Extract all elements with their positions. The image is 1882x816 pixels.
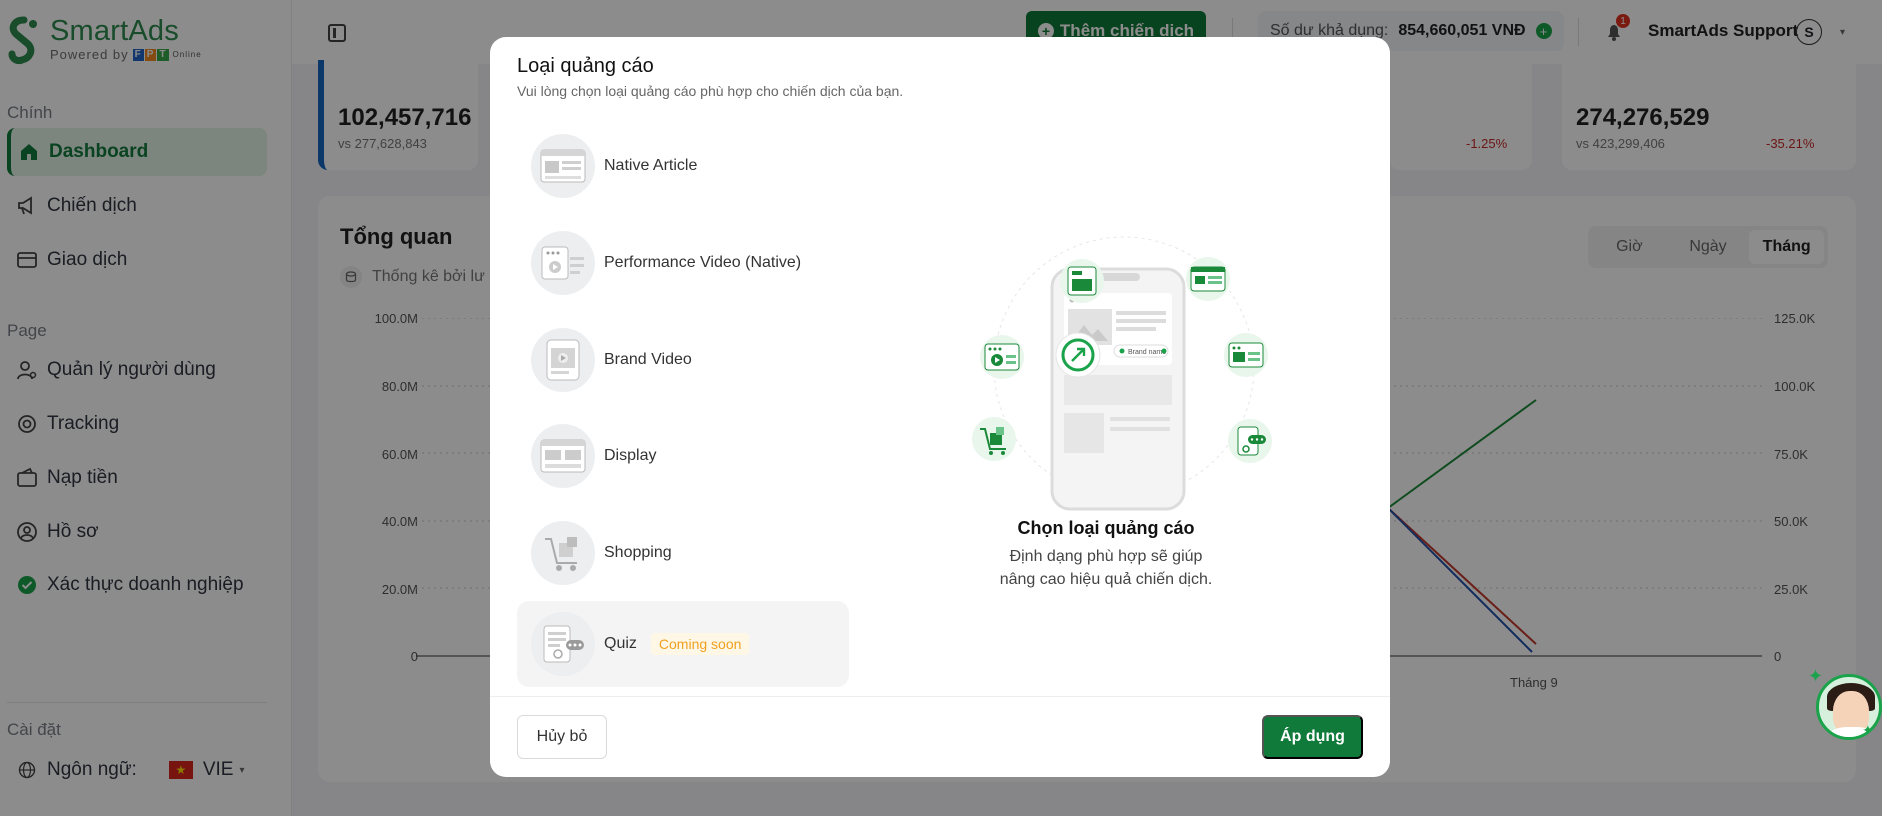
ad-type-label: Shopping (604, 544, 672, 561)
ad-type-option-brand-video[interactable]: Brand Video (517, 317, 849, 403)
ad-type-option-performance-video[interactable]: Performance Video (Native) (517, 220, 849, 306)
sparkle-icon: ✦ (1862, 722, 1874, 738)
illustration-description-line: Định dạng phù hợp sẽ giúp (1009, 548, 1203, 565)
ad-type-label: Quiz (604, 635, 637, 652)
float-icon-shopping (972, 417, 1016, 461)
native-article-icon (531, 134, 595, 198)
illustration-description-line: nâng cao hiệu quả chiến dịch. (999, 571, 1213, 588)
ad-type-option-display[interactable]: Display (517, 413, 849, 499)
ad-type-option-quiz[interactable]: Quiz Coming soon (517, 601, 849, 687)
apply-button[interactable]: Áp dụng (1262, 715, 1363, 759)
illustration-description: Định dạng phù hợp sẽ giúp nâng cao hiệu … (940, 545, 1272, 591)
coming-soon-badge: Coming soon (650, 633, 750, 655)
performance-video-icon (531, 231, 595, 295)
float-icon-display (1186, 257, 1230, 301)
ad-type-option-native-article[interactable]: Native Article (517, 123, 849, 209)
float-icon-brand (1224, 333, 1268, 377)
ad-type-label: Brand Video (604, 351, 692, 368)
modal-footer (490, 696, 1390, 777)
float-icon-quiz (1228, 419, 1272, 463)
sparkle-icon: ✦ (1808, 666, 1824, 686)
ad-type-illustration: Brand name (972, 236, 1272, 511)
cancel-button[interactable]: Hủy bỏ (517, 715, 607, 759)
shopping-cart-icon (531, 521, 595, 585)
modal-subtitle: Vui lòng chọn loại quảng cáo phù hợp cho… (517, 83, 904, 99)
ad-type-modal: Loại quảng cáo Vui lòng chọn loại quảng … (490, 37, 1390, 777)
ad-type-label: Performance Video (Native) (604, 254, 802, 271)
ad-type-label: Native Article (604, 157, 698, 174)
illustration-title: Chọn loại quảng cáo (1017, 518, 1195, 538)
quiz-icon (531, 612, 595, 676)
ad-type-label: Display (604, 447, 657, 464)
float-icon-native (1060, 259, 1104, 303)
brand-video-icon (531, 328, 595, 392)
float-icon-video (980, 335, 1024, 379)
illustration-brand-text: Brand name (1128, 349, 1166, 356)
ad-type-option-shopping[interactable]: Shopping (517, 510, 849, 596)
virtual-assistant-button[interactable]: ✦ ✦ (1808, 666, 1882, 746)
display-ad-icon (531, 424, 595, 488)
modal-title: Loại quảng cáo (517, 55, 654, 77)
